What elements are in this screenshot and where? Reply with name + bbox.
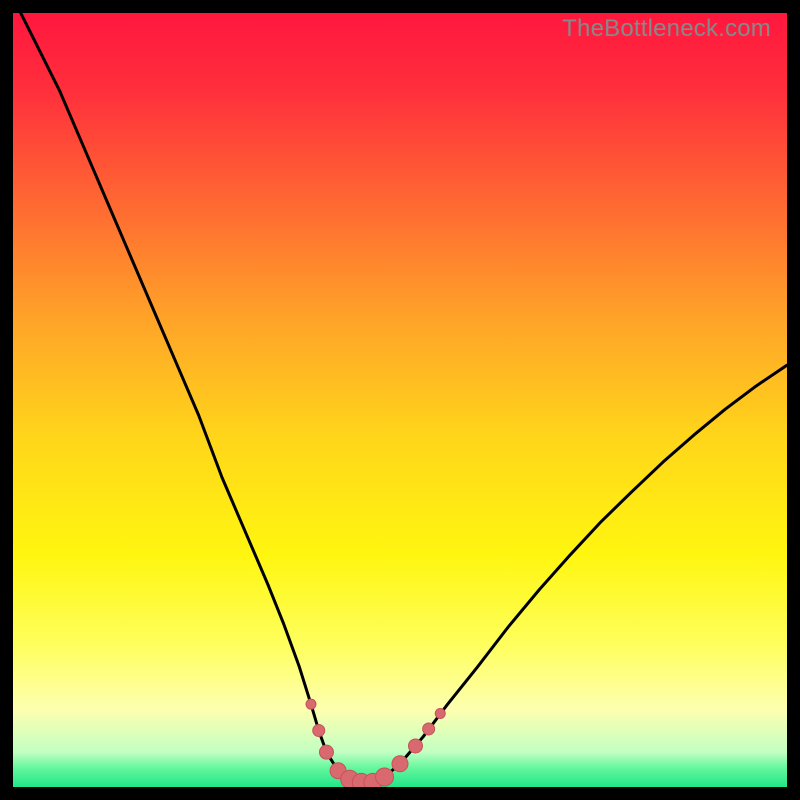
marker-dot [408,739,422,753]
marker-dot [423,723,435,735]
chart-background [13,13,787,787]
marker-dot [376,768,394,786]
marker-dot [306,699,316,709]
bottleneck-chart [13,13,787,787]
marker-dot [392,756,408,772]
marker-dot [313,725,325,737]
watermark-text: TheBottleneck.com [562,15,771,43]
marker-dot [319,745,333,759]
marker-dot [435,708,445,718]
chart-frame: TheBottleneck.com [13,13,787,787]
